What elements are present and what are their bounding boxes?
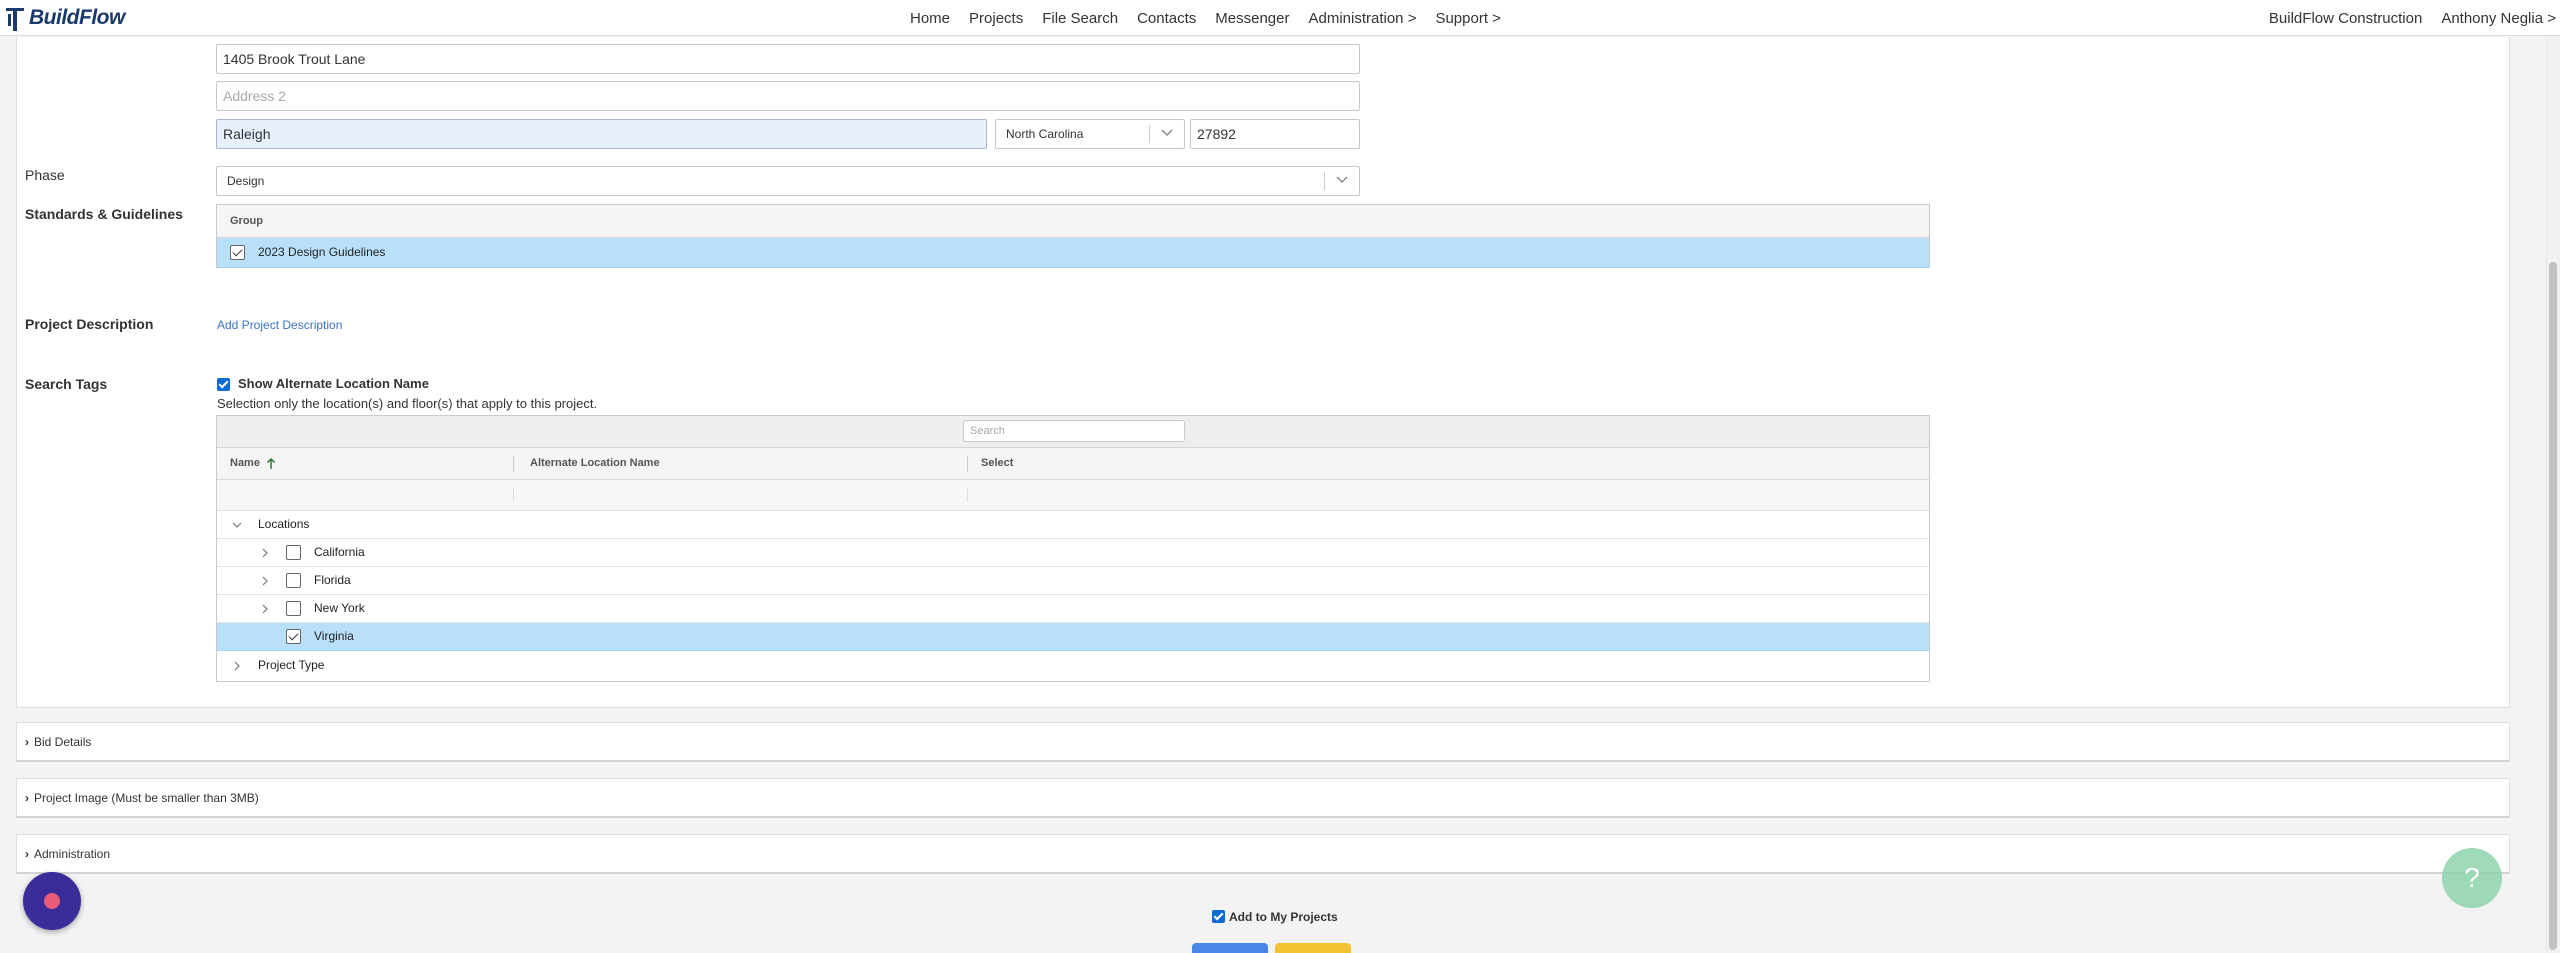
add-to-my-projects-checkbox[interactable] — [1212, 910, 1225, 923]
add-description-link[interactable]: Add Project Description — [217, 318, 342, 332]
location-instruction: Selection only the location(s) and floor… — [217, 396, 598, 411]
nav-right: BuildFlow Construction Anthony Neglia > — [2250, 0, 2556, 36]
show-alt-location-checkbox[interactable] — [217, 378, 230, 391]
question-mark-icon: ? — [2464, 862, 2480, 893]
chat-bubble-icon — [44, 893, 60, 909]
new-york-checkbox[interactable] — [286, 601, 301, 616]
chevron-down-icon[interactable] — [232, 520, 242, 530]
cancel-button[interactable] — [1275, 943, 1351, 953]
add-to-my-projects-label: Add to My Projects — [1229, 910, 1338, 924]
virginia-checkbox[interactable] — [286, 629, 301, 644]
logo-mark-icon — [6, 8, 24, 31]
standards-grid: Group 2023 Design Guidelines — [216, 204, 1930, 268]
column-divider — [967, 488, 968, 502]
caret-right-icon: › — [25, 735, 29, 749]
tree-item-label: California — [314, 545, 365, 559]
city-input[interactable]: Raleigh — [216, 119, 987, 149]
show-alt-location-label: Show Alternate Location Name — [238, 376, 429, 391]
chevron-down-icon — [1161, 129, 1173, 137]
tree-item-label: New York — [314, 601, 365, 615]
standards-grid-header: Group — [217, 205, 1929, 238]
florida-checkbox[interactable] — [286, 573, 301, 588]
alt-name-column-header[interactable]: Alternate Location Name — [530, 448, 660, 479]
main-nav: Home Projects File Search Contacts Messe… — [910, 0, 1520, 36]
tree-grid-header: Name Alternate Location Name Select — [217, 448, 1929, 480]
description-label: Project Description — [25, 316, 154, 332]
select-column-header[interactable]: Select — [981, 448, 1013, 479]
tree-item-virginia[interactable]: Virginia — [217, 623, 1929, 651]
tree-grid-toolbar: Search — [217, 416, 1929, 448]
section-administration[interactable]: › Administration — [16, 834, 2510, 874]
search-tags-label: Search Tags — [25, 376, 108, 392]
chat-launcher-button[interactable] — [23, 872, 81, 930]
nav-file-search[interactable]: File Search — [1042, 10, 1118, 27]
select-separator — [1149, 125, 1150, 143]
section-title: Administration — [34, 847, 111, 861]
standards-row-name: 2023 Design Guidelines — [258, 245, 386, 259]
page-scrollbar-thumb[interactable] — [2549, 262, 2557, 950]
phase-select[interactable]: Design — [216, 166, 1360, 196]
column-divider — [513, 488, 514, 502]
caret-right-icon: › — [25, 847, 29, 861]
phase-select-value: Design — [227, 174, 265, 188]
california-checkbox[interactable] — [286, 545, 301, 560]
sort-ascending-icon — [266, 458, 276, 469]
tree-item-california[interactable]: California — [217, 539, 1929, 567]
standards-row[interactable]: 2023 Design Guidelines — [217, 238, 1929, 268]
help-button[interactable]: ? — [2442, 848, 2502, 908]
select-separator — [1324, 172, 1325, 190]
tree-group-locations[interactable]: Locations — [217, 511, 1929, 539]
state-select-value: North Carolina — [1006, 127, 1084, 141]
tree-group-label: Project Type — [258, 658, 325, 672]
tree-item-florida[interactable]: Florida — [217, 567, 1929, 595]
zip-input[interactable]: 27892 — [1190, 119, 1360, 149]
nav-messenger[interactable]: Messenger — [1215, 10, 1289, 27]
address-line2-input[interactable]: Address 2 — [216, 81, 1360, 111]
buildflow-logo[interactable]: BuildFlow — [4, 2, 125, 34]
state-select[interactable]: North Carolina — [995, 119, 1185, 149]
chevron-right-icon[interactable] — [232, 661, 242, 671]
tree-item-new-york[interactable]: New York — [217, 595, 1929, 623]
standards-row-checkbox[interactable] — [230, 245, 245, 260]
locations-tree-grid: Search Name Alternate Location Name Sele… — [216, 415, 1930, 682]
nav-administration[interactable]: Administration > — [1308, 10, 1416, 27]
name-column-header[interactable]: Name — [230, 448, 260, 479]
chevron-down-icon — [1336, 176, 1348, 184]
chevron-right-icon[interactable] — [260, 604, 270, 614]
caret-right-icon: › — [25, 791, 29, 805]
tree-item-label: Florida — [314, 573, 351, 587]
tree-filter-row — [217, 480, 1929, 511]
top-navbar: BuildFlow Home Projects File Search Cont… — [0, 0, 2560, 36]
logo-text: BuildFlow — [29, 6, 125, 29]
tree-group-label: Locations — [258, 517, 310, 531]
group-column-header[interactable]: Group — [230, 205, 263, 237]
section-title: Bid Details — [34, 735, 92, 749]
chevron-right-icon[interactable] — [260, 548, 270, 558]
user-menu[interactable]: Anthony Neglia > — [2441, 10, 2556, 27]
address-line1-input[interactable]: 1405 Brook Trout Lane — [216, 44, 1360, 74]
phase-label: Phase — [25, 167, 65, 183]
tree-item-label: Virginia — [314, 629, 354, 643]
nav-projects[interactable]: Projects — [969, 10, 1023, 27]
section-bid-details[interactable]: › Bid Details — [16, 722, 2510, 762]
section-project-image[interactable]: › Project Image (Must be smaller than 3M… — [16, 778, 2510, 818]
nav-contacts[interactable]: Contacts — [1137, 10, 1196, 27]
tree-search-input[interactable]: Search — [963, 420, 1185, 442]
chevron-right-icon[interactable] — [260, 576, 270, 586]
column-divider — [967, 456, 968, 472]
company-name[interactable]: BuildFlow Construction — [2269, 10, 2422, 27]
save-button[interactable] — [1192, 943, 1268, 953]
standards-label: Standards & Guidelines — [25, 206, 183, 222]
nav-support[interactable]: Support > — [1435, 10, 1500, 27]
nav-home[interactable]: Home — [910, 10, 950, 27]
tree-group-project-type[interactable]: Project Type — [217, 651, 1929, 681]
column-divider — [513, 456, 514, 472]
section-title: Project Image (Must be smaller than 3MB) — [34, 791, 259, 805]
